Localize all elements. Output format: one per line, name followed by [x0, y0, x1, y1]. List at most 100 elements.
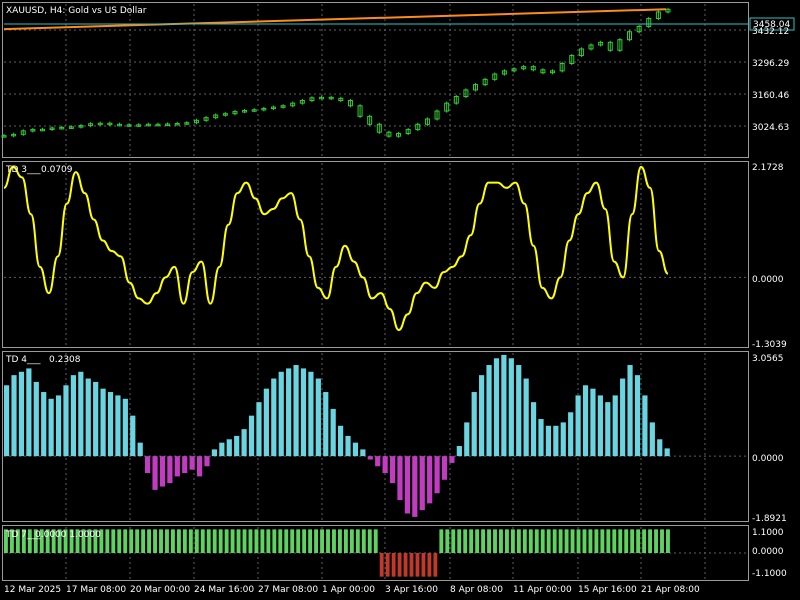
- td7-signal-bar: [355, 529, 360, 553]
- td4-histogram-bar: [219, 442, 225, 457]
- td4-histogram-bar: [427, 456, 433, 504]
- td7-signal-bar: [666, 529, 670, 553]
- td4-histogram-bar: [189, 456, 195, 470]
- td4-histogram-bar: [634, 375, 641, 457]
- td4-histogram-bar: [78, 371, 84, 457]
- td7-signal-bar: [349, 529, 354, 553]
- price-axis-label-4: 3024.63: [752, 123, 789, 133]
- td7-signal-bar: [194, 529, 199, 553]
- td7-signal-bar: [171, 529, 175, 553]
- time-label-3: 24 Mar 16:00: [194, 585, 254, 595]
- td7-signal-bar: [248, 529, 253, 553]
- td7-signal-bar: [105, 529, 110, 553]
- td4-histogram-bar: [338, 425, 344, 457]
- td7-signal-bar: [564, 529, 569, 553]
- td7-signal-bar: [290, 529, 295, 553]
- td7-signal-bar: [457, 529, 462, 553]
- td7-signal-bar: [642, 529, 647, 553]
- td4-histogram-bar: [516, 365, 522, 457]
- time-label-6: 3 Apr 16:00: [385, 585, 438, 595]
- td7-signal-bar: [630, 529, 635, 553]
- td4-panel: [4, 354, 670, 517]
- td4-histogram-bar: [605, 402, 611, 457]
- chart-symbol-title: XAUUSD, H4: Gold vs US Dollar: [6, 6, 147, 16]
- td7-signal-bar: [320, 529, 324, 553]
- time-axis: 12 Mar 2025 17 Mar 08:00 20 Mar 00:00 24…: [4, 585, 700, 595]
- td4-histogram-bar: [93, 381, 99, 457]
- td7-signal-bar: [636, 529, 641, 553]
- price-panel: [1, 7, 748, 138]
- td4-histogram-bar: [664, 448, 670, 457]
- td7-signal-bar: [618, 529, 623, 553]
- td7-signal-bar: [546, 529, 551, 553]
- td4-histogram-bar: [286, 368, 292, 457]
- td7-signal-bar: [606, 529, 611, 553]
- td4-histogram-bar: [241, 429, 247, 457]
- td4-value: 0.2308: [49, 355, 81, 365]
- td3-value: 0.0709: [41, 165, 73, 175]
- td7-signal-bar: [558, 529, 563, 553]
- td4-histogram-bar: [33, 381, 39, 457]
- td4-histogram-bar: [582, 385, 589, 457]
- chart-canvas[interactable]: 3458.04 3432.12 3296.29 3160.46 3024.63 …: [0, 0, 800, 600]
- td4-histogram-bar: [107, 392, 114, 457]
- td4-histogram-bar: [419, 456, 425, 511]
- td3-panel: [3, 165, 669, 332]
- td4-histogram-bar: [375, 456, 381, 467]
- td7-signal-bar: [278, 529, 283, 553]
- time-label-4: 27 Mar 08:00: [258, 585, 318, 595]
- td4-histogram-bar: [18, 371, 25, 457]
- td7-signal-bar: [469, 529, 474, 553]
- td7-signal-bar: [481, 529, 486, 553]
- td4-histogram-bar: [434, 456, 440, 494]
- td4-histogram-bar: [196, 456, 203, 477]
- td4-histogram-bar: [48, 398, 54, 457]
- price-axis-label-1: 3432.12: [752, 27, 789, 37]
- td7-signal-bar: [552, 529, 557, 553]
- td4-histogram-bar: [493, 358, 500, 457]
- td7-signal-bar: [272, 529, 277, 553]
- td3-axis-min: -1.3039: [752, 340, 787, 350]
- td4-histogram-bar: [85, 378, 91, 457]
- td7-signal-bar: [600, 529, 605, 553]
- td7-signal-bar: [141, 529, 146, 553]
- td4-histogram-bar: [612, 395, 618, 457]
- td4-histogram-bar: [55, 395, 62, 457]
- td4-histogram-bar: [397, 456, 403, 501]
- panel-frames: [2, 2, 749, 581]
- td7-signal-bar: [510, 529, 515, 553]
- td4-histogram-bar: [471, 392, 477, 457]
- td7-signal-bar: [648, 529, 653, 553]
- td4-histogram-bar: [174, 456, 180, 477]
- td4-histogram-bar: [278, 371, 284, 457]
- td4-histogram-bar: [501, 354, 507, 457]
- td3-axis-zero: 0.0000: [752, 275, 784, 285]
- td7-signal-bar: [516, 529, 521, 553]
- td7-signal-bar: [427, 553, 432, 577]
- td4-histogram-bar: [226, 439, 232, 457]
- td4-histogram-bar: [523, 378, 529, 457]
- td4-histogram-bar: [182, 456, 188, 474]
- td7-signal-bar: [200, 529, 205, 553]
- td4-histogram-bar: [620, 378, 626, 457]
- td4-histogram-bar: [130, 415, 136, 457]
- td7-signal-bar: [576, 529, 581, 553]
- td4-histogram-bar: [553, 425, 559, 457]
- td4-histogram-bar: [137, 442, 143, 457]
- td7-signal-bar: [367, 529, 372, 553]
- td4-histogram-bar: [26, 368, 32, 457]
- td4-histogram-bar: [145, 456, 151, 474]
- td7-signal-bar: [594, 529, 599, 553]
- td4-histogram-bar: [4, 385, 10, 457]
- td4-histogram-bar: [100, 388, 106, 457]
- td7-signal-bar: [260, 529, 265, 553]
- td7-signal-bar: [421, 553, 426, 577]
- td4-histogram-bar: [568, 412, 574, 457]
- td7-axis-min: -1.1000: [752, 569, 787, 579]
- time-label-2: 20 Mar 00:00: [130, 585, 190, 595]
- td4-histogram-bar: [486, 365, 492, 457]
- td7-signal-bar: [182, 529, 187, 553]
- td7-signal-bar: [660, 529, 664, 553]
- td7-signal-bar: [522, 529, 527, 553]
- td3-axis-max: 2.1728: [752, 163, 784, 173]
